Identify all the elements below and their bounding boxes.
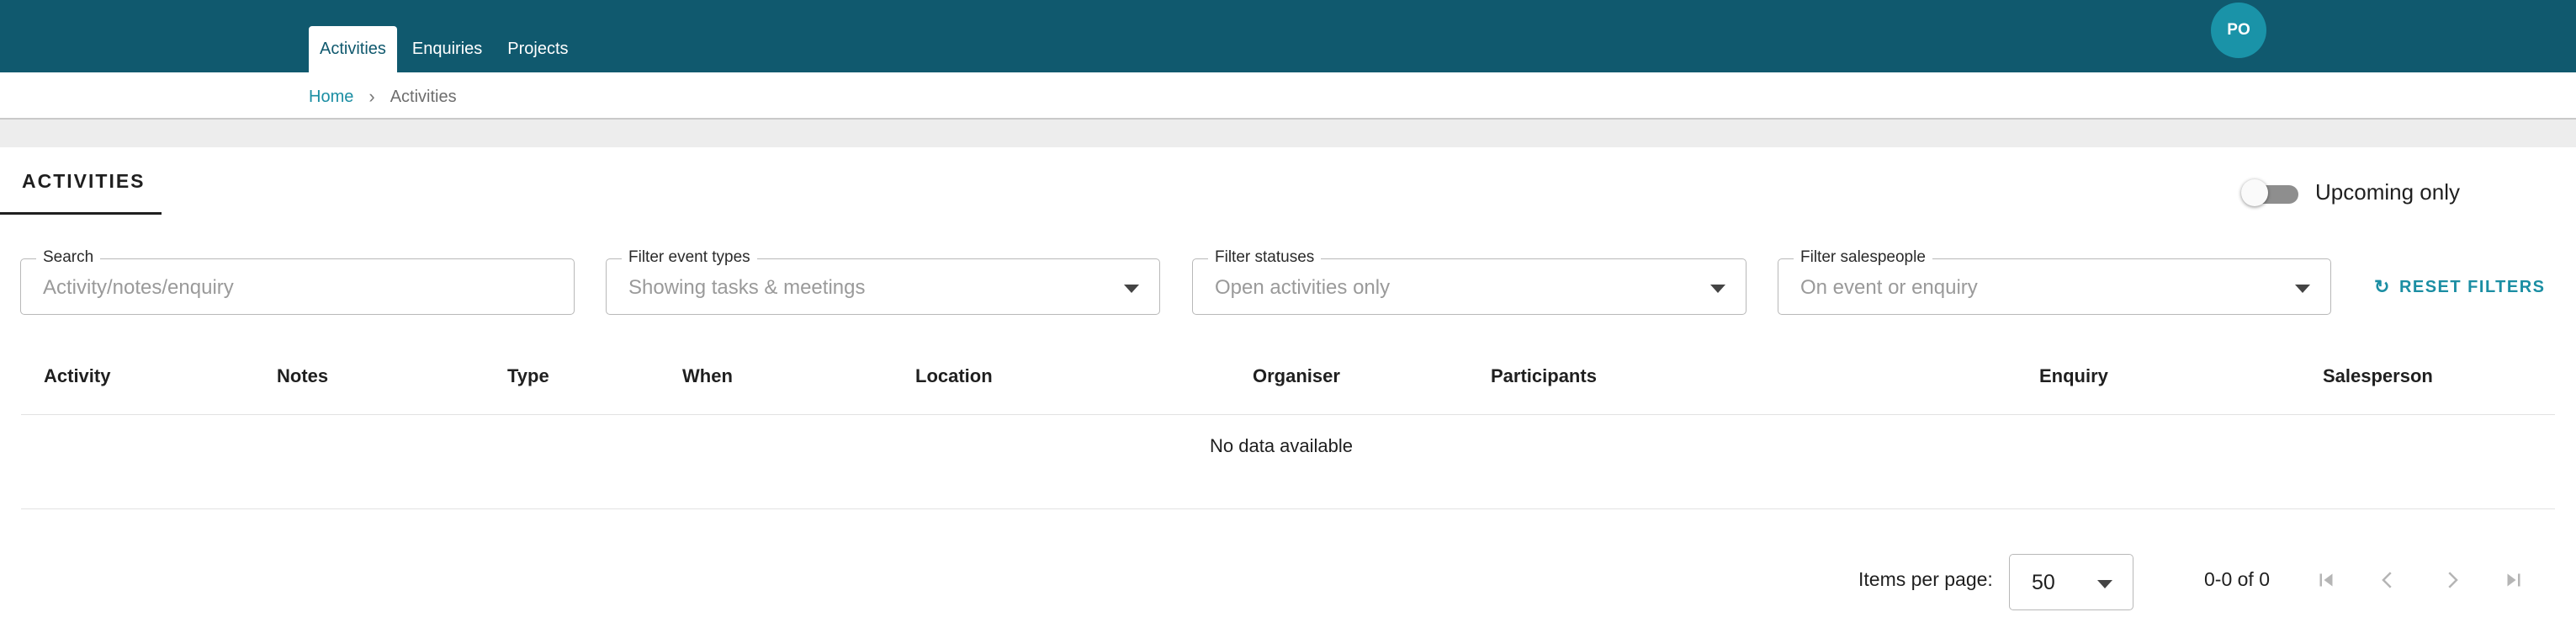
last-page-icon — [2507, 573, 2520, 587]
pagination-range: 0-0 of 0 — [2204, 568, 2270, 590]
column-header-when[interactable]: When — [682, 365, 733, 387]
nav-tab-enquiries[interactable]: Enquiries — [402, 26, 492, 72]
search-input-placeholder: Activity/notes/enquiry — [43, 276, 234, 299]
refresh-icon: ↻ — [2374, 276, 2391, 297]
column-header-organiser[interactable]: Organiser — [1253, 365, 1340, 387]
breadcrumb-current: Activities — [390, 87, 457, 106]
chevron-right-icon — [2448, 572, 2458, 588]
next-page-button[interactable] — [2434, 562, 2471, 599]
filter-salespeople-label: Filter salespeople — [1794, 248, 1932, 267]
column-header-activity[interactable]: Activity — [44, 365, 110, 387]
column-header-type[interactable]: Type — [507, 365, 549, 387]
column-header-enquiry[interactable]: Enquiry — [2039, 365, 2108, 387]
items-per-page-label: Items per page: — [1858, 568, 1993, 590]
filter-salespeople-select[interactable]: Filter salespeople On event or enquiry — [1778, 248, 2331, 315]
caret-down-icon — [2295, 285, 2310, 293]
reset-filters-label: RESET FILTERS — [2398, 277, 2546, 296]
chevron-right-icon: › — [368, 86, 375, 107]
column-header-notes[interactable]: Notes — [277, 365, 328, 387]
first-page-icon — [2319, 573, 2333, 587]
upcoming-only-label: Upcoming only — [2315, 179, 2460, 205]
filter-event-types-value: Showing tasks & meetings — [628, 276, 866, 299]
breadcrumb-home-link[interactable]: Home — [309, 88, 353, 107]
table-empty-message: No data available — [1210, 435, 1354, 456]
nav-tab-activities[interactable]: Activities — [309, 26, 397, 72]
search-input[interactable]: Search Activity/notes/enquiry — [20, 248, 575, 315]
table-header-row: Activity Notes Type When Location Organi… — [21, 344, 2555, 415]
caret-down-icon — [1710, 285, 1725, 293]
main-nav-tabs: Activities Enquiries Projects — [309, 26, 584, 72]
filter-event-types-label: Filter event types — [622, 248, 757, 267]
breadcrumb: Home › Activities — [309, 86, 457, 108]
last-page-button[interactable] — [2495, 562, 2532, 599]
chevron-left-icon — [2382, 572, 2392, 588]
page-title: ACTIVITIES — [22, 170, 146, 192]
activities-card: ACTIVITIES Upcoming only Search Activity… — [0, 147, 2576, 644]
breadcrumb-bar: Home › Activities — [0, 72, 2576, 120]
items-per-page-value: 50 — [2032, 571, 2055, 594]
user-avatar[interactable]: PO — [2211, 3, 2266, 58]
first-page-button[interactable] — [2308, 562, 2345, 599]
filter-salespeople-value: On event or enquiry — [1800, 276, 1978, 299]
top-app-bar: Activities Enquiries Projects PO — [0, 0, 2576, 72]
nav-tab-projects[interactable]: Projects — [497, 26, 578, 72]
filter-statuses-value: Open activities only — [1215, 276, 1391, 299]
card-tab-activities[interactable]: ACTIVITIES — [0, 147, 162, 215]
caret-down-icon — [2097, 580, 2112, 588]
table-divider — [21, 508, 2555, 509]
filter-event-types-select[interactable]: Filter event types Showing tasks & meeti… — [606, 248, 1160, 315]
toggle-knob — [2241, 179, 2268, 206]
filter-statuses-select[interactable]: Filter statuses Open activities only — [1192, 248, 1746, 315]
reset-filters-button[interactable]: ↻ RESET FILTERS — [2374, 276, 2546, 298]
upcoming-only-toggle[interactable] — [2241, 178, 2300, 206]
filter-statuses-label: Filter statuses — [1208, 248, 1322, 267]
caret-down-icon — [1124, 285, 1139, 293]
previous-page-button[interactable] — [2369, 562, 2406, 599]
items-per-page-select[interactable]: 50 — [2009, 554, 2133, 610]
column-header-participants[interactable]: Participants — [1491, 365, 1597, 387]
column-header-salesperson[interactable]: Salesperson — [2323, 365, 2433, 387]
search-input-label: Search — [36, 248, 101, 267]
column-header-location[interactable]: Location — [915, 365, 993, 387]
